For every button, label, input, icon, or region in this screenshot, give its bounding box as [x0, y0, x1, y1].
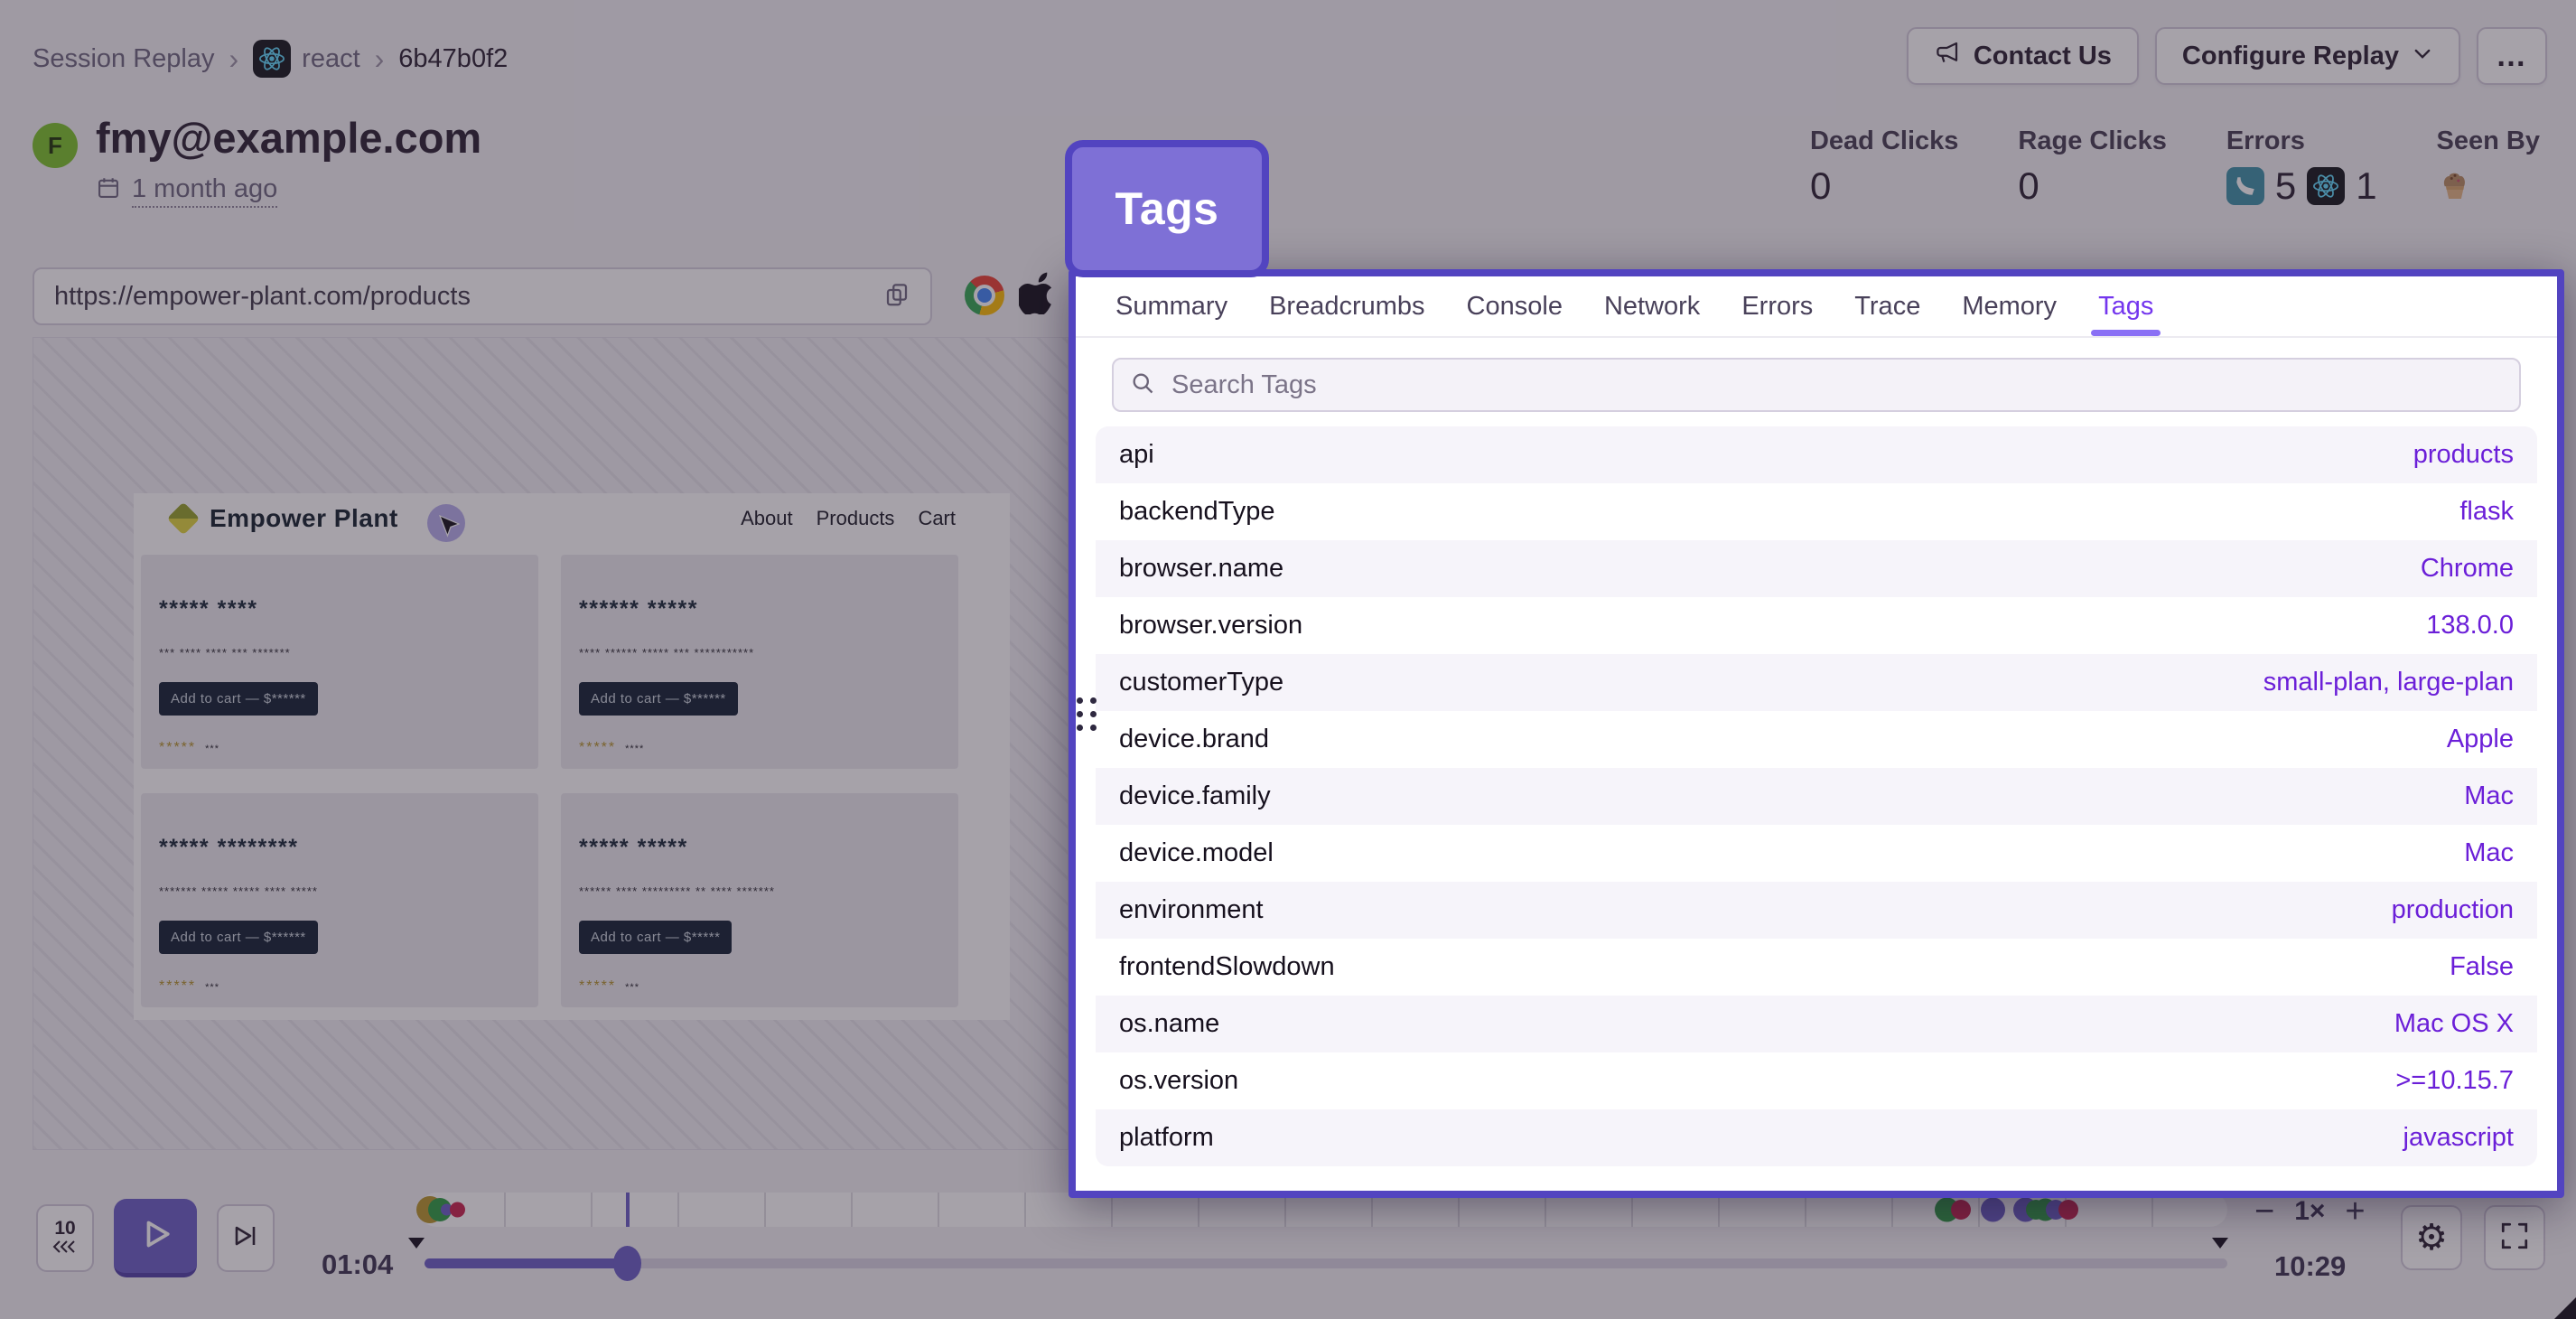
tag-key: backendType	[1119, 497, 1275, 527]
tag-list: api products backendType flask browser.n…	[1096, 426, 2537, 1166]
tag-key: browser.name	[1119, 554, 1283, 584]
tab-memory[interactable]: Memory	[1962, 276, 2057, 336]
search-icon	[1130, 370, 1155, 400]
tag-value-link[interactable]: Mac OS X	[2394, 1009, 2514, 1039]
tag-key: environment	[1119, 895, 1264, 925]
tag-value-link[interactable]: flask	[2459, 497, 2514, 527]
tag-row: device.model Mac	[1096, 825, 2537, 882]
tag-key: api	[1119, 440, 1154, 470]
tab-tags[interactable]: Tags	[2098, 276, 2153, 336]
tag-key: platform	[1119, 1123, 1214, 1153]
tag-value-link[interactable]: >=10.15.7	[2395, 1066, 2514, 1096]
tag-value-link[interactable]: 138.0.0	[2426, 611, 2514, 641]
tag-key: os.name	[1119, 1009, 1219, 1039]
tag-row: browser.version 138.0.0	[1096, 597, 2537, 654]
tab-trace[interactable]: Trace	[1854, 276, 1920, 336]
tag-key: os.version	[1119, 1066, 1238, 1096]
tab-network[interactable]: Network	[1604, 276, 1700, 336]
session-replay-page: Session Replay › react › 6b47b0f2 Contac…	[0, 0, 2576, 1319]
tag-value-link[interactable]: Mac	[2464, 838, 2514, 868]
tag-search-bar	[1112, 358, 2521, 412]
tag-row: api products	[1096, 426, 2537, 483]
tab-summary[interactable]: Summary	[1115, 276, 1227, 336]
tour-highlight-title: Tags	[1065, 140, 1269, 277]
tag-value-link[interactable]: False	[2450, 952, 2514, 982]
tab-errors[interactable]: Errors	[1741, 276, 1813, 336]
tag-value-link[interactable]: Mac	[2464, 781, 2514, 811]
tag-value-link[interactable]: Chrome	[2421, 554, 2514, 584]
search-tags-input[interactable]	[1170, 370, 2503, 401]
tag-key: browser.version	[1119, 611, 1302, 641]
tag-row: device.family Mac	[1096, 768, 2537, 825]
tag-row: environment production	[1096, 882, 2537, 939]
tag-key: device.brand	[1119, 725, 1269, 754]
tag-value-link[interactable]: javascript	[2403, 1123, 2515, 1153]
replay-details-panel: Summary Breadcrumbs Console Network Erro…	[1069, 269, 2564, 1198]
tag-row: platform javascript	[1096, 1109, 2537, 1166]
tag-value-link[interactable]: production	[2392, 895, 2514, 925]
tab-breadcrumbs[interactable]: Breadcrumbs	[1269, 276, 1424, 336]
tag-row: frontendSlowdown False	[1096, 939, 2537, 996]
tag-key: customerType	[1119, 668, 1283, 697]
tag-key: frontendSlowdown	[1119, 952, 1335, 982]
tag-row: backendType flask	[1096, 483, 2537, 540]
tag-value-link[interactable]: products	[2413, 440, 2514, 470]
tag-key: device.family	[1119, 781, 1271, 811]
panel-tab-bar: Summary Breadcrumbs Console Network Erro…	[1076, 276, 2557, 338]
tag-value-link[interactable]: Apple	[2447, 725, 2514, 754]
tag-key: device.model	[1119, 838, 1274, 868]
tag-row: customerType small-plan, large-plan	[1096, 654, 2537, 711]
tag-row: os.version >=10.15.7	[1096, 1052, 2537, 1109]
tag-row: browser.name Chrome	[1096, 540, 2537, 597]
panel-resize-handle[interactable]	[1077, 697, 1097, 731]
tag-row: os.name Mac OS X	[1096, 996, 2537, 1052]
tab-console[interactable]: Console	[1467, 276, 1563, 336]
tag-row: device.brand Apple	[1096, 711, 2537, 768]
tag-value-link[interactable]: small-plan, large-plan	[2263, 668, 2514, 697]
